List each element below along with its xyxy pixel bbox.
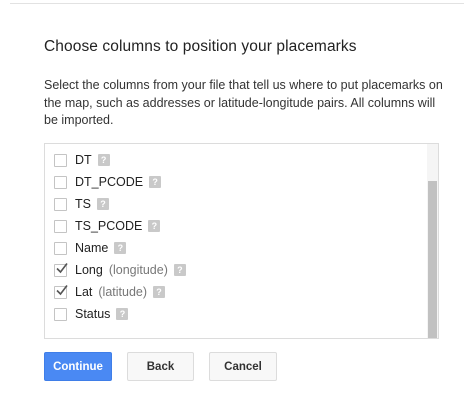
- column-option-lat[interactable]: Lat (latitude) ?: [54, 281, 166, 303]
- checkmark-icon: [56, 284, 68, 295]
- checkbox-checked[interactable]: [54, 284, 68, 299]
- checkbox[interactable]: [54, 153, 67, 167]
- column-sublabel: (longitude): [108, 263, 168, 277]
- checkmark-icon: [56, 262, 68, 273]
- dialog-description: Select the columns from your file that t…: [44, 78, 443, 127]
- column-option-long[interactable]: Long (longitude) ?: [54, 259, 186, 281]
- cancel-button[interactable]: Cancel: [209, 352, 277, 381]
- column-list: DT ? DT_PCODE ? TS ? TS_PCODE ? Name ? L…: [44, 143, 439, 339]
- column-label: DT: [75, 153, 92, 167]
- column-option-dt-pcode[interactable]: DT_PCODE ?: [54, 171, 162, 193]
- column-option-status[interactable]: Status ?: [54, 303, 129, 325]
- column-label: Name: [75, 241, 109, 255]
- checkbox[interactable]: [54, 307, 67, 321]
- help-icon[interactable]: ?: [97, 154, 110, 166]
- checkbox[interactable]: [54, 197, 67, 211]
- column-option-dt[interactable]: DT ?: [54, 149, 110, 171]
- column-option-ts-pcode[interactable]: TS_PCODE ?: [54, 215, 161, 237]
- help-icon[interactable]: ?: [96, 198, 109, 210]
- help-icon[interactable]: ?: [173, 264, 186, 276]
- checkbox[interactable]: [54, 241, 67, 255]
- column-option-name[interactable]: Name ?: [54, 237, 127, 259]
- dialog-title: Choose columns to position your placemar…: [44, 38, 357, 55]
- help-icon[interactable]: ?: [153, 286, 166, 298]
- checkbox[interactable]: [54, 175, 67, 189]
- column-sublabel: (latitude): [98, 285, 148, 299]
- scrollbar-thumb[interactable]: [428, 181, 437, 338]
- continue-button[interactable]: Continue: [44, 352, 112, 381]
- column-label: TS_PCODE: [75, 219, 143, 233]
- column-option-ts[interactable]: TS ?: [54, 193, 109, 215]
- checkbox-checked[interactable]: [54, 262, 68, 277]
- top-divider: [10, 3, 464, 4]
- help-icon[interactable]: ?: [149, 176, 162, 188]
- help-icon[interactable]: ?: [116, 308, 129, 320]
- column-label: Lat: [75, 285, 93, 299]
- back-button[interactable]: Back: [127, 352, 194, 381]
- column-label: Status: [75, 307, 111, 321]
- help-icon[interactable]: ?: [148, 220, 161, 232]
- checkbox[interactable]: [54, 219, 67, 233]
- column-label: TS: [75, 197, 91, 211]
- column-label: Long: [75, 263, 103, 277]
- column-label: DT_PCODE: [75, 175, 144, 189]
- help-icon[interactable]: ?: [114, 242, 127, 254]
